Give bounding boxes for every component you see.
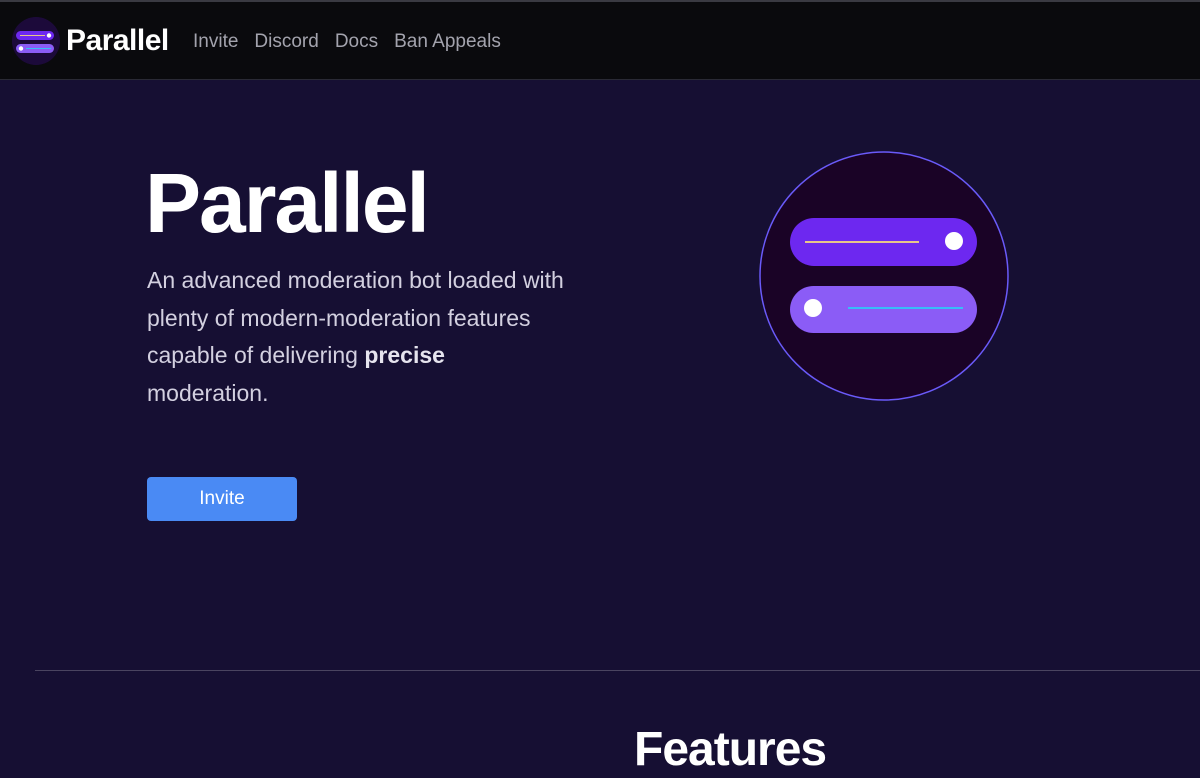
parallel-logo-icon	[12, 17, 60, 65]
nav-link-docs[interactable]: Docs	[335, 29, 378, 55]
section-divider	[35, 670, 1200, 671]
hero-description: An advanced moderation bot loaded with p…	[147, 262, 567, 412]
nav-link-invite[interactable]: Invite	[193, 29, 238, 55]
invite-button[interactable]: Invite	[147, 477, 297, 521]
hero-description-text: An advanced moderation bot loaded with p…	[147, 267, 564, 368]
nav-link-ban-appeals[interactable]: Ban Appeals	[394, 29, 501, 55]
hero-description-end: moderation.	[147, 379, 269, 406]
nav-link-discord[interactable]: Discord	[254, 29, 318, 55]
parallel-toggles-illustration-icon	[759, 151, 1009, 401]
features-heading: Features	[634, 723, 827, 776]
brand-home-link[interactable]: Parallel	[12, 16, 169, 66]
top-navbar: Parallel Invite Discord Docs Ban Appeals	[0, 0, 1200, 80]
hero-description-emphasis: precise	[364, 342, 445, 368]
main-nav: Invite Discord Docs Ban Appeals	[193, 29, 501, 55]
hero-title: Parallel	[145, 156, 430, 250]
brand-name: Parallel	[66, 24, 169, 57]
